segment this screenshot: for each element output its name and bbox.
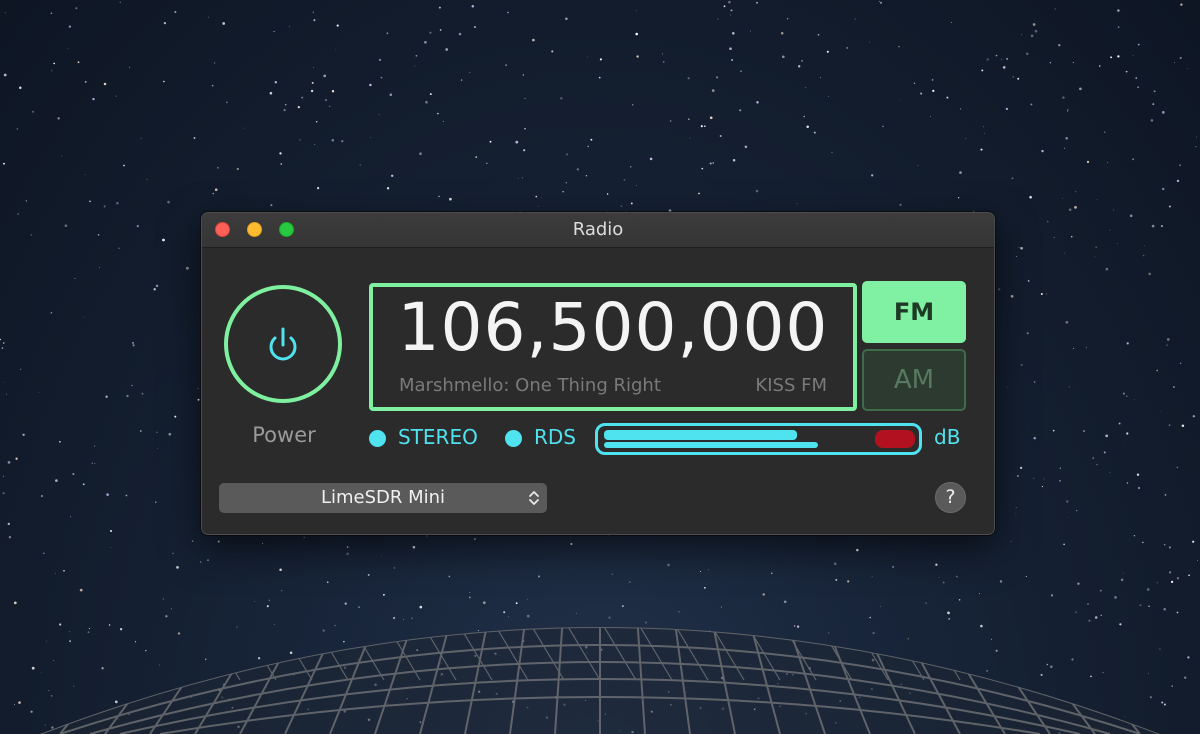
desktop-background: Radio Power 106,500,000 Marshmello: One … [0, 0, 1200, 734]
stereo-indicator-led [369, 430, 386, 447]
dish-brace [95, 627, 133, 681]
power-button[interactable] [224, 285, 342, 403]
stereo-label: STEREO [398, 425, 478, 449]
dish-brace [131, 627, 169, 681]
station-name: KISS FM [755, 375, 827, 396]
signal-level-meter [595, 423, 922, 455]
dish-brace [1031, 627, 1069, 681]
am-band-button[interactable]: AM [862, 349, 966, 411]
rds-indicator-led [505, 430, 522, 447]
power-icon [269, 327, 297, 361]
dish-brace [167, 627, 205, 681]
dish-rib [40, 627, 97, 734]
rds-label: RDS [534, 425, 576, 449]
radio-window: Radio Power 106,500,000 Marshmello: One … [201, 212, 995, 535]
dish-brace [995, 627, 1033, 681]
window-title: Radio [572, 219, 624, 240]
frequency-readout: 106,500,000 [397, 289, 829, 366]
device-select-value: LimeSDR Mini [320, 487, 446, 508]
dish-brace [203, 627, 241, 681]
chevron-up-down-icon [529, 491, 539, 505]
title-bar[interactable]: Radio [202, 213, 994, 248]
dish-rib [1139, 627, 1160, 734]
device-select[interactable]: LimeSDR Mini [219, 483, 547, 513]
dish-brace [1103, 627, 1141, 681]
peak-indicator [875, 430, 915, 448]
db-unit-label: dB [934, 425, 961, 449]
fm-band-button[interactable]: FM [862, 281, 966, 343]
power-label: Power [252, 423, 316, 447]
dish-brace [959, 627, 997, 681]
dish-brace [59, 627, 97, 681]
help-button[interactable]: ? [935, 482, 966, 513]
signal-level-bar [604, 430, 797, 440]
signal-level-bar-secondary [604, 442, 818, 448]
dish-rib [1103, 627, 1160, 734]
dish-rib [40, 627, 61, 734]
dish-brace [1067, 627, 1105, 681]
rds-radiotext: Marshmello: One Thing Right [399, 375, 661, 396]
frequency-display: 106,500,000 Marshmello: One Thing Right … [369, 283, 857, 411]
